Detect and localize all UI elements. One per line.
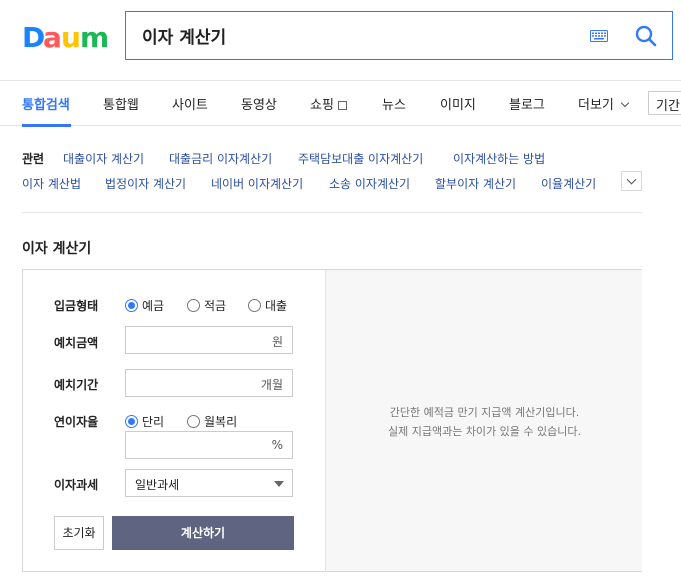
- related-item[interactable]: 이자 계산법: [22, 175, 81, 192]
- rate-field: %: [125, 431, 293, 459]
- rate-input[interactable]: [132, 432, 252, 458]
- keyboard-icon[interactable]: [590, 30, 608, 42]
- radio-monthly-compound[interactable]: 월복리: [187, 413, 237, 430]
- tab-more-label: 더보기: [578, 98, 614, 113]
- radio-simple-label: 단리: [142, 415, 165, 429]
- result-panel: 간단한 예적금 만기 지급액 계산기입니다. 실제 지급액과는 차이가 있을 수…: [325, 270, 642, 571]
- tab-video[interactable]: 동영상: [241, 94, 277, 113]
- radio-circle: [248, 299, 261, 312]
- radio-savings[interactable]: 적금: [187, 297, 226, 314]
- tab-web[interactable]: 통합웹: [103, 94, 139, 113]
- related-item[interactable]: 할부이자 계산기: [435, 175, 516, 192]
- related-expand-button[interactable]: [621, 171, 642, 191]
- search-input[interactable]: [142, 12, 572, 59]
- svg-text:u: u: [61, 21, 81, 51]
- caret-down-icon: [274, 481, 284, 487]
- tab-site[interactable]: 사이트: [172, 94, 208, 113]
- related-item[interactable]: 이율계산기: [541, 175, 596, 192]
- period-unit: 개월: [260, 378, 283, 392]
- tab-integrated[interactable]: 통합검색: [22, 94, 70, 113]
- tab-more[interactable]: 더보기: [578, 94, 630, 113]
- amount-label: 예치금액: [54, 336, 99, 350]
- calculator-panel: 입금형태 예금 적금 대출 예치금액 원 예치기간 개월 연이자율 단리 월복리…: [22, 269, 642, 572]
- shopping-box-icon: [337, 101, 347, 110]
- amount-field: 원: [125, 326, 293, 354]
- amount-unit: 원: [271, 335, 283, 349]
- tax-label: 이자과세: [54, 478, 99, 492]
- radio-savings-label: 적금: [204, 299, 227, 313]
- svg-text:D: D: [22, 21, 45, 51]
- calculator-title: 이자 계산기: [22, 241, 92, 257]
- calculator-description: 간단한 예적금 만기 지급액 계산기입니다. 실제 지급액과는 차이가 있을 수…: [326, 403, 643, 441]
- divider: [22, 212, 642, 213]
- rate-label: 연이자율: [54, 415, 99, 429]
- tab-shopping[interactable]: 쇼핑: [310, 94, 347, 113]
- tab-blog[interactable]: 블로그: [509, 94, 545, 113]
- radio-compound-label: 월복리: [204, 415, 238, 429]
- radio-circle: [187, 299, 200, 312]
- radio-circle: [125, 299, 138, 312]
- calculate-button[interactable]: 계산하기: [112, 516, 294, 550]
- related-item[interactable]: 네이버 이자계산기: [211, 175, 303, 192]
- radio-circle: [125, 415, 138, 428]
- related-item[interactable]: 주택담보대출 이자계산기: [298, 150, 423, 167]
- reset-button[interactable]: 초기화: [54, 516, 104, 550]
- radio-deposit[interactable]: 예금: [125, 297, 164, 314]
- daum-logo[interactable]: D a u m: [22, 21, 108, 51]
- period-input[interactable]: [132, 370, 252, 396]
- radio-loan-label: 대출: [265, 299, 288, 313]
- search-tabs: 통합검색 통합웹 사이트 동영상 쇼핑 뉴스 이미지 블로그 더보기 기간: [0, 80, 681, 127]
- active-tab-indicator: [22, 124, 71, 127]
- search-icon[interactable]: [634, 24, 658, 48]
- rate-unit: %: [271, 438, 283, 452]
- period-field: 개월: [125, 369, 293, 397]
- radio-simple-interest[interactable]: 단리: [125, 413, 164, 430]
- period-filter-button[interactable]: 기간: [648, 91, 681, 115]
- radio-loan[interactable]: 대출: [248, 297, 287, 314]
- related-item[interactable]: 이자계산하는 방법: [453, 150, 545, 167]
- svg-text:a: a: [43, 21, 62, 51]
- tax-select[interactable]: 일반과세: [125, 469, 293, 497]
- related-item[interactable]: 대출이자 계산기: [63, 150, 144, 167]
- related-item[interactable]: 대출금리 이자계산기: [169, 150, 272, 167]
- amount-input[interactable]: [132, 327, 252, 353]
- deposit-type-label: 입금형태: [54, 299, 99, 313]
- tab-shopping-label: 쇼핑: [310, 98, 334, 113]
- tab-image[interactable]: 이미지: [440, 94, 476, 113]
- tax-select-value: 일반과세: [135, 478, 180, 492]
- chevron-down-icon: [620, 98, 630, 108]
- radio-deposit-label: 예금: [142, 299, 165, 313]
- tab-news[interactable]: 뉴스: [382, 94, 406, 113]
- description-line-2: 실제 지급액과는 차이가 있을 수 있습니다.: [387, 425, 582, 438]
- related-label: 관련: [22, 152, 45, 166]
- search-box: [125, 11, 673, 60]
- svg-text:m: m: [80, 21, 108, 51]
- radio-circle: [187, 415, 200, 428]
- related-item[interactable]: 소송 이자계산기: [329, 175, 410, 192]
- description-line-1: 간단한 예적금 만기 지급액 계산기입니다.: [389, 406, 580, 419]
- related-item[interactable]: 법정이자 계산기: [105, 175, 186, 192]
- period-label: 예치기간: [54, 378, 99, 392]
